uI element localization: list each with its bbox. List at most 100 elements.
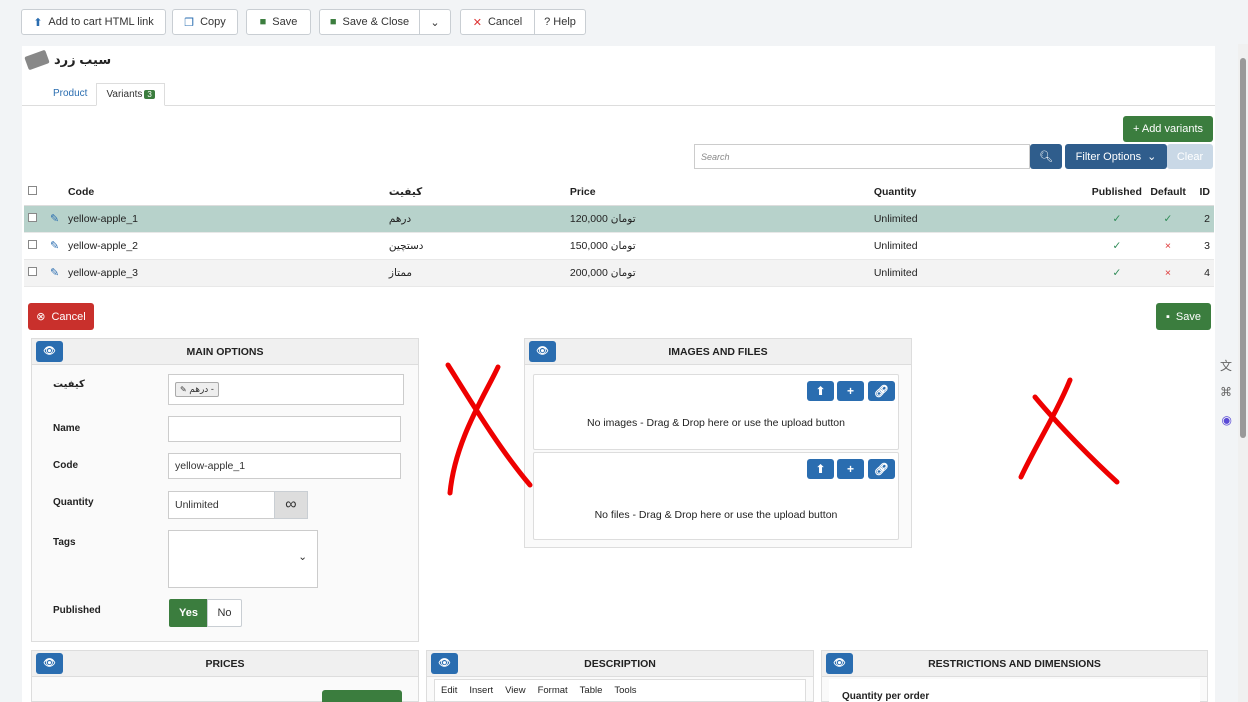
cancel-circle-icon: ⊗ xyxy=(36,311,46,323)
filter-options-button[interactable]: Filter Options ⌄ xyxy=(1065,144,1167,169)
save-close-button[interactable]: ■ Save & Close xyxy=(319,9,420,35)
apps-icon[interactable]: ⌘ xyxy=(1220,385,1232,399)
pencil-icon: ✎ xyxy=(180,385,187,394)
eye-icon[interactable]: 👁︎ xyxy=(826,653,853,674)
save-icon: ■ xyxy=(259,16,267,28)
name-label: Name xyxy=(53,423,81,434)
infinity-icon: ∞ xyxy=(285,496,297,513)
column-quantity[interactable]: Quantity xyxy=(869,180,1088,206)
edit-pencil-icon[interactable]: ✎ xyxy=(50,213,59,225)
tags-select[interactable]: ⌄ xyxy=(168,530,318,588)
menu-tools[interactable]: Tools xyxy=(614,685,636,696)
row-checkbox[interactable] xyxy=(28,212,37,222)
column-price[interactable]: Price xyxy=(565,180,870,206)
published-toggle[interactable]: ✓ xyxy=(1087,205,1146,233)
row-checkbox[interactable] xyxy=(28,266,37,276)
copy-button[interactable]: ❐ Copy xyxy=(172,9,238,35)
upload-icon: ⬆ xyxy=(815,462,826,476)
search-input[interactable]: Search xyxy=(694,144,1030,169)
published-label: Published xyxy=(53,605,101,616)
add-file-button[interactable]: + xyxy=(837,459,864,479)
published-toggle[interactable]: ✓ xyxy=(1087,232,1146,260)
menu-format[interactable]: Format xyxy=(538,685,568,696)
toolbar: ⬆ Add to cart HTML link ❐ Copy ■ Save ■ … xyxy=(0,0,1248,46)
name-input[interactable] xyxy=(168,416,401,442)
tags-label: Tags xyxy=(53,537,76,548)
cancel-button[interactable]: ✕ Cancel xyxy=(460,9,535,35)
tag-icon xyxy=(24,49,50,71)
add-variants-button[interactable]: + Add variants xyxy=(1123,116,1213,142)
quality-chip: ✎ درهم - xyxy=(175,382,219,397)
select-all-checkbox[interactable] xyxy=(28,186,37,196)
default-toggle[interactable]: × xyxy=(1145,259,1190,287)
menu-insert[interactable]: Insert xyxy=(469,685,493,696)
assistant-icon[interactable]: ◉ xyxy=(1222,413,1232,427)
link-file-button[interactable]: 🔗︎ xyxy=(868,459,895,479)
plus-icon: + xyxy=(846,462,854,476)
menu-table[interactable]: Table xyxy=(580,685,603,696)
chevron-down-icon: ⌄ xyxy=(1147,151,1157,163)
column-code[interactable]: Code xyxy=(63,180,385,206)
published-toggle[interactable]: ✓ xyxy=(1087,259,1146,287)
published-yes-button[interactable]: Yes xyxy=(169,599,208,627)
menu-view[interactable]: View xyxy=(505,685,525,696)
column-quality[interactable]: کیفیت xyxy=(384,180,566,206)
upload-image-button[interactable]: ⬆ xyxy=(807,381,834,401)
menu-edit[interactable]: Edit xyxy=(441,685,457,696)
plus-icon: + xyxy=(846,384,854,398)
copy-icon: ❐ xyxy=(184,16,195,29)
table-row[interactable]: ✎ yellow-apple_3 ممتاز 200,000 تومان Unl… xyxy=(24,259,1214,287)
edit-pencil-icon[interactable]: ✎ xyxy=(50,267,59,279)
scrollbar-thumb[interactable] xyxy=(1240,58,1246,438)
tabs-divider xyxy=(22,105,1215,106)
save-dropdown-button[interactable]: ⌄ xyxy=(419,9,451,35)
quality-select[interactable]: ✎ درهم - xyxy=(168,374,404,405)
link-icon: 🔗︎ xyxy=(873,462,890,476)
eye-icon[interactable]: 👁︎ xyxy=(36,341,63,362)
table-header-row: Code کیفیت Price Quantity Published Defa… xyxy=(24,180,1214,206)
chevron-down-icon: ⌄ xyxy=(430,16,440,29)
column-default[interactable]: Default xyxy=(1145,180,1190,206)
search-button[interactable]: 🔍︎ xyxy=(1030,144,1062,169)
restrictions-header: 👁︎ RESTRICTIONS AND DIMENSIONS xyxy=(822,651,1207,677)
images-files-header: 👁︎ IMAGES AND FILES xyxy=(525,339,911,365)
table-row[interactable]: ✎ yellow-apple_1 درهم 120,000 تومان Unli… xyxy=(24,205,1214,233)
save-icon: ▪ xyxy=(1166,310,1170,323)
save-button[interactable]: ■ Save xyxy=(246,9,311,35)
default-toggle[interactable]: × xyxy=(1145,232,1190,260)
table-row[interactable]: ✎ yellow-apple_2 دستچین 150,000 تومان Un… xyxy=(24,232,1214,260)
row-checkbox[interactable] xyxy=(28,239,37,249)
eye-icon[interactable]: 👁︎ xyxy=(36,653,63,674)
default-toggle[interactable]: ✓ xyxy=(1145,205,1190,233)
upload-icon: ⬆ xyxy=(33,16,43,29)
main-options-header: 👁︎ MAIN OPTIONS xyxy=(32,339,418,365)
tabs: Product Variants 3 xyxy=(44,83,165,106)
red-x-annotation xyxy=(445,362,533,496)
edit-pencil-icon[interactable]: ✎ xyxy=(50,240,59,252)
tab-variants[interactable]: Variants 3 xyxy=(96,83,165,106)
add-to-cart-link-button[interactable]: ⬆ Add to cart HTML link xyxy=(21,9,166,35)
column-published[interactable]: Published xyxy=(1087,180,1146,206)
tab-product[interactable]: Product xyxy=(44,83,96,106)
upload-file-button[interactable]: ⬆ xyxy=(807,459,834,479)
red-x-annotation xyxy=(1018,377,1120,485)
help-button[interactable]: ? Help xyxy=(534,9,586,35)
quantity-input[interactable]: Unlimited xyxy=(168,491,275,519)
column-id[interactable]: ID xyxy=(1189,180,1214,206)
edit-save-button[interactable]: ▪ Save xyxy=(1156,303,1211,330)
code-label: Code xyxy=(53,460,78,471)
translate-icon[interactable]: 文 xyxy=(1220,357,1232,374)
edit-cancel-button[interactable]: ⊗ Cancel xyxy=(28,303,94,330)
code-input[interactable]: yellow-apple_1 xyxy=(168,453,401,479)
eye-icon[interactable]: 👁︎ xyxy=(431,653,458,674)
new-price-button[interactable] xyxy=(322,690,402,702)
page-scrollbar[interactable] xyxy=(1238,44,1248,702)
link-image-button[interactable]: 🔗︎ xyxy=(868,381,895,401)
published-no-button[interactable]: No xyxy=(207,599,242,627)
search-icon: 🔍︎ xyxy=(1039,151,1053,163)
upload-icon: ⬆ xyxy=(815,384,826,398)
close-icon: ✕ xyxy=(472,16,482,29)
infinity-button[interactable]: ∞ xyxy=(274,491,308,519)
add-image-button[interactable]: + xyxy=(837,381,864,401)
clear-button[interactable]: Clear xyxy=(1167,144,1213,169)
